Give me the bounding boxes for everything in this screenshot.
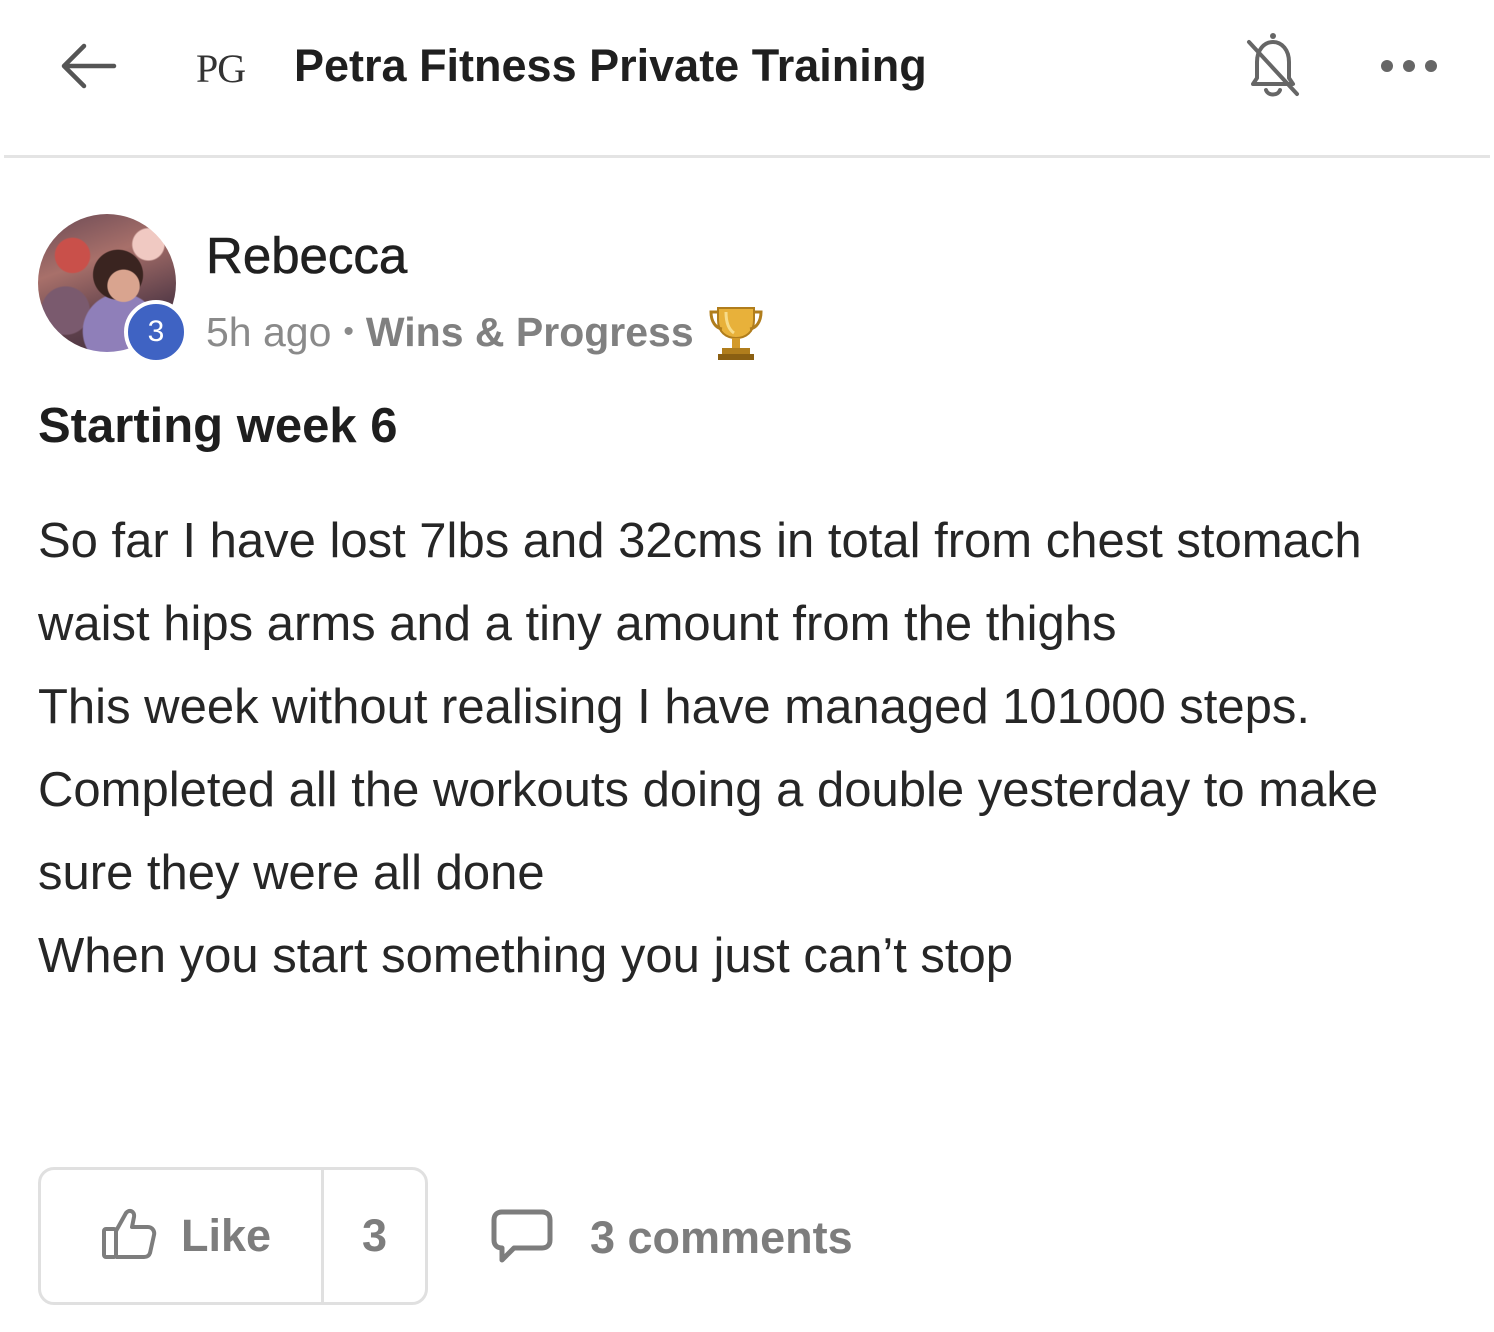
post-body-paragraph: So far I have lost 7lbs and 32cms in tot… <box>38 514 1362 651</box>
post-title: Starting week 6 <box>38 399 398 453</box>
like-button[interactable]: Like <box>41 1170 321 1302</box>
thumbs-up-icon <box>101 1207 157 1266</box>
bell-off-icon <box>1243 30 1303 107</box>
author-avatar-button[interactable]: 3 <box>38 214 194 370</box>
post-meta: 5h ago • Wins & Progress <box>206 300 764 364</box>
group-title[interactable]: Petra Fitness Private Training <box>294 36 927 96</box>
comments-label: 3 comments <box>590 1212 853 1263</box>
arrow-left-icon <box>58 42 118 95</box>
meta-separator: • <box>343 315 354 348</box>
level-badge: 3 <box>124 300 188 364</box>
post-body-paragraph: This week without realising I have manag… <box>38 680 1379 900</box>
header-divider <box>4 155 1490 158</box>
comments-button[interactable]: 3 comments <box>490 1200 853 1276</box>
group-header: PG Petra Fitness Private Training <box>0 0 1494 158</box>
trophy-icon <box>708 302 764 362</box>
like-count-button[interactable]: 3 <box>324 1170 425 1302</box>
group-logo: PG <box>196 45 246 91</box>
post-body: So far I have lost 7lbs and 32cms in tot… <box>38 500 1438 998</box>
like-group: Like 3 <box>38 1167 428 1305</box>
like-label: Like <box>181 1210 272 1261</box>
back-button[interactable] <box>56 38 120 98</box>
comment-icon <box>490 1208 554 1269</box>
category-link[interactable]: Wins & Progress <box>366 309 694 356</box>
more-options-button[interactable] <box>1374 44 1444 92</box>
post-timestamp: 5h ago <box>206 308 332 355</box>
author-name[interactable]: Rebecca <box>206 226 408 285</box>
notifications-toggle-button[interactable] <box>1238 30 1308 106</box>
more-horizontal-icon <box>1379 58 1439 79</box>
post-body-paragraph: When you start something you just can’t … <box>38 929 1014 983</box>
